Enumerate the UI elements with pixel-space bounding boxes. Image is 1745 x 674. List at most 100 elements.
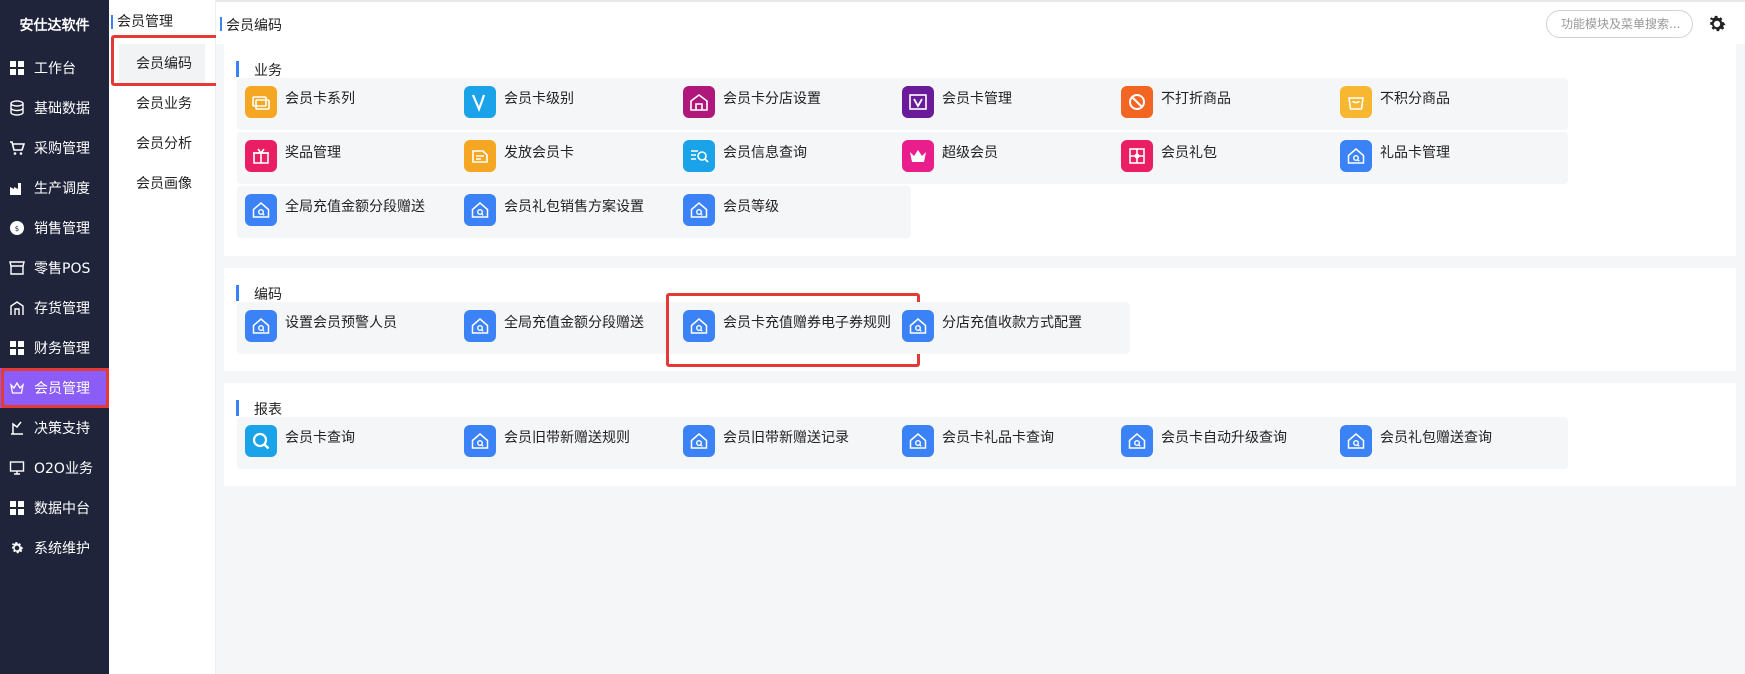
- home-default-icon: [464, 310, 496, 342]
- nav-item-5[interactable]: 零售POS: [0, 248, 109, 288]
- nav-item-8[interactable]: 会员管理: [0, 368, 109, 408]
- function-card-label: 礼品卡管理: [1380, 145, 1450, 161]
- function-card-label: 会员卡管理: [942, 91, 1012, 107]
- nav-item-label: 零售POS: [34, 261, 91, 277]
- nav-item-label: 会员管理: [34, 381, 90, 397]
- section-business: 业务 会员卡系列 会员卡级别 会员卡分店设置 会员卡管理 不打折商品 不积分商品 奖品管理 发…: [224, 44, 1736, 256]
- function-card-label: 会员卡分店设置: [723, 91, 821, 107]
- function-card[interactable]: 奖品管理: [237, 132, 473, 184]
- function-card-label: 会员卡系列: [285, 91, 355, 107]
- function-card[interactable]: 全局充值金额分段赠送: [237, 186, 473, 238]
- function-card[interactable]: 会员旧带新赠送规则: [456, 417, 692, 469]
- database-icon: [8, 99, 26, 117]
- nav-item-label: 系统维护: [34, 541, 90, 557]
- nav-item-label: 财务管理: [34, 341, 90, 357]
- function-card[interactable]: 会员卡自动升级查询: [1113, 417, 1349, 469]
- function-card-label: 分店充值收款方式配置: [942, 315, 1082, 331]
- gear-icon: [8, 539, 26, 557]
- home-default-icon: [464, 194, 496, 226]
- function-card[interactable]: 会员礼包赠送查询: [1332, 417, 1568, 469]
- function-card[interactable]: 会员卡管理: [894, 78, 1130, 130]
- grid-icon: [8, 499, 26, 517]
- nav-item-3[interactable]: 生产调度: [0, 168, 109, 208]
- home-default-icon: [683, 310, 715, 342]
- nav-item-label: 存货管理: [34, 301, 90, 317]
- v-card-icon: [902, 86, 934, 118]
- breadcrumb: 会员编码: [220, 15, 282, 35]
- home-default-icon: [1340, 140, 1372, 172]
- monitor-icon: [8, 459, 26, 477]
- function-card[interactable]: 发放会员卡: [456, 132, 692, 184]
- warehouse-icon: [8, 299, 26, 317]
- grid-icon: [8, 59, 26, 77]
- function-card[interactable]: 礼品卡管理: [1332, 132, 1568, 184]
- function-card[interactable]: 超级会员: [894, 132, 1130, 184]
- function-card[interactable]: 不积分商品: [1332, 78, 1568, 130]
- nav-item-11[interactable]: 数据中台: [0, 488, 109, 528]
- function-card-label: 会员卡充值赠券电子券规则: [723, 315, 891, 331]
- function-card[interactable]: 会员卡系列: [237, 78, 473, 130]
- subnav-item-2[interactable]: 会员分析: [109, 124, 215, 164]
- function-card-label: 不积分商品: [1380, 91, 1450, 107]
- home-default-icon: [245, 194, 277, 226]
- function-card[interactable]: 不打折商品: [1113, 78, 1349, 130]
- function-card[interactable]: 会员卡查询: [237, 417, 473, 469]
- function-card[interactable]: 会员卡充值赠券电子券规则: [666, 293, 920, 367]
- main-sidebar: 安仕达软件 工作台 基础数据 采购管理 生产调度 $ 销售管理 零售POS 存货管理 财务管理会…: [0, 0, 109, 674]
- nav-item-0[interactable]: 工作台: [0, 48, 109, 88]
- nav-item-9[interactable]: 决策支持: [0, 408, 109, 448]
- function-card-label: 会员旧带新赠送记录: [723, 430, 849, 446]
- grid-icon: [8, 339, 26, 357]
- nav-item-label: 生产调度: [34, 181, 90, 197]
- function-card[interactable]: 全局充值金额分段赠送: [456, 302, 692, 354]
- gift-package-icon: [1121, 140, 1153, 172]
- subnav-item-3[interactable]: 会员画像: [109, 164, 215, 204]
- nav-item-1[interactable]: 基础数据: [0, 88, 109, 128]
- function-card[interactable]: 会员卡礼品卡查询: [894, 417, 1130, 469]
- subnav-item-1[interactable]: 会员业务: [109, 84, 215, 124]
- nav-item-label: 销售管理: [34, 221, 90, 237]
- bag-icon: [1340, 86, 1372, 118]
- home-default-icon: [902, 310, 934, 342]
- search-input[interactable]: 功能模块及菜单搜索...: [1546, 10, 1693, 38]
- sales-icon: $: [8, 219, 26, 237]
- home-default-icon: [683, 425, 715, 457]
- issue-card-icon: [464, 140, 496, 172]
- function-card[interactable]: 会员信息查询: [675, 132, 911, 184]
- top-bar: 会员编码 功能模块及菜单搜索...: [216, 0, 1745, 44]
- home-default-icon: [464, 425, 496, 457]
- function-card[interactable]: 会员旧带新赠送记录: [675, 417, 911, 469]
- crown-icon: [902, 140, 934, 172]
- v-level-icon: [464, 86, 496, 118]
- function-card[interactable]: 分店充值收款方式配置: [894, 302, 1130, 354]
- nav-item-2[interactable]: 采购管理: [0, 128, 109, 168]
- function-card-label: 会员卡级别: [504, 91, 574, 107]
- nav-item-12[interactable]: 系统维护: [0, 528, 109, 568]
- nav-item-6[interactable]: 存货管理: [0, 288, 109, 328]
- home-default-icon: [683, 194, 715, 226]
- function-card[interactable]: 会员卡级别: [456, 78, 692, 130]
- card-series-icon: [245, 86, 277, 118]
- function-card[interactable]: 会员等级: [675, 186, 911, 238]
- nav-item-label: 数据中台: [34, 501, 90, 517]
- function-card-label: 会员信息查询: [723, 145, 807, 161]
- function-card-label: 会员卡自动升级查询: [1161, 430, 1287, 446]
- function-card[interactable]: 会员卡分店设置: [675, 78, 911, 130]
- nav-item-7[interactable]: 财务管理: [0, 328, 109, 368]
- nav-item-4[interactable]: $ 销售管理: [0, 208, 109, 248]
- info-search-icon: [683, 140, 715, 172]
- nav-item-10[interactable]: O2O业务: [0, 448, 109, 488]
- function-card-label: 奖品管理: [285, 145, 341, 161]
- main-content: 业务 会员卡系列 会员卡级别 会员卡分店设置 会员卡管理 不打折商品 不积分商品 奖品管理 发…: [216, 44, 1745, 674]
- function-card[interactable]: 设置会员预警人员: [237, 302, 473, 354]
- settings-gear-icon[interactable]: [1706, 13, 1728, 35]
- no-discount-icon: [1121, 86, 1153, 118]
- function-card-label: 会员卡查询: [285, 430, 355, 446]
- section-title: 编码: [236, 284, 282, 304]
- factory-icon: [8, 179, 26, 197]
- function-card[interactable]: 会员礼包: [1113, 132, 1349, 184]
- nav-item-label: 基础数据: [34, 101, 90, 117]
- function-card[interactable]: 会员礼包销售方案设置: [456, 186, 692, 238]
- function-card-label: 发放会员卡: [504, 145, 574, 161]
- function-card-label: 会员卡礼品卡查询: [942, 430, 1054, 446]
